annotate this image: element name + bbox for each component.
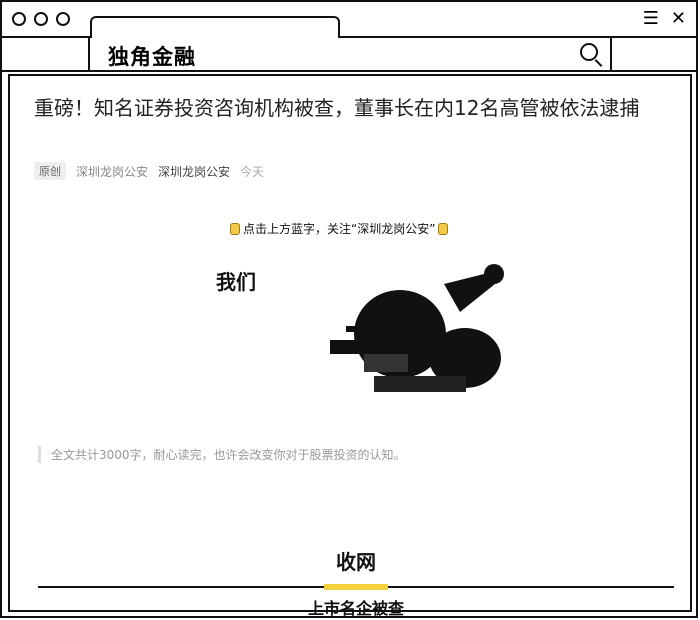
title-bar: ☰ ✕ <box>2 2 696 38</box>
follow-text: 点击上方蓝字，关注“深圳龙岗公安” <box>243 222 436 236</box>
window-controls: ☰ ✕ <box>643 8 686 29</box>
section-subtitle: 上市名企被查 <box>307 599 404 618</box>
article-content: 重磅！知名证券投资咨询机构被查，董事长在内12名高管被依法逮捕 原创 深圳龙岗公… <box>8 74 692 618</box>
brand-logo: 独角金融 <box>108 45 196 69</box>
pointing-hand-icon <box>438 222 449 235</box>
menu-icon[interactable]: ☰ <box>643 8 659 29</box>
search-icon[interactable] <box>580 43 598 61</box>
article-meta: 原创 深圳龙岗公安 深圳龙岗公安 今天 <box>34 162 264 180</box>
browser-tab[interactable] <box>90 16 340 38</box>
window-dot-icon[interactable] <box>12 12 26 26</box>
article-quote: 全文共计3000字，耐心读完，也许会改变你对于股票投资的认知。 <box>38 446 671 463</box>
window-dot-icon[interactable] <box>56 12 70 26</box>
close-icon[interactable]: ✕ <box>671 8 686 29</box>
address-field[interactable]: 独角金融 <box>88 36 612 70</box>
browser-frame: ☰ ✕ 独角金融 重磅！知名证券投资咨询机构被查，董事长在内12名高管被依法逮捕… <box>0 0 698 618</box>
original-badge: 原创 <box>34 162 66 180</box>
section-title: 收网 <box>336 550 376 574</box>
illustration-caption: 我们 <box>216 270 256 294</box>
police-silhouette-icon <box>290 250 540 400</box>
address-bar: 独角金融 <box>2 36 696 72</box>
pointing-hand-icon <box>230 222 240 235</box>
police-illustration: 我们 <box>210 244 540 414</box>
author-link[interactable]: 深圳龙岗公安 <box>158 163 230 180</box>
article-headline: 重磅！知名证券投资咨询机构被查，董事长在内12名高管被依法逮捕 <box>34 96 640 120</box>
follow-prompt: 点击上方蓝字，关注“深圳龙岗公安” <box>230 220 449 237</box>
window-dots <box>12 12 70 26</box>
publish-time: 今天 <box>240 164 265 179</box>
section-header: 收网 上市名企被查 <box>38 546 674 619</box>
section-divider <box>38 575 674 593</box>
window-dot-icon[interactable] <box>34 12 48 26</box>
article-source: 深圳龙岗公安 <box>76 164 149 179</box>
